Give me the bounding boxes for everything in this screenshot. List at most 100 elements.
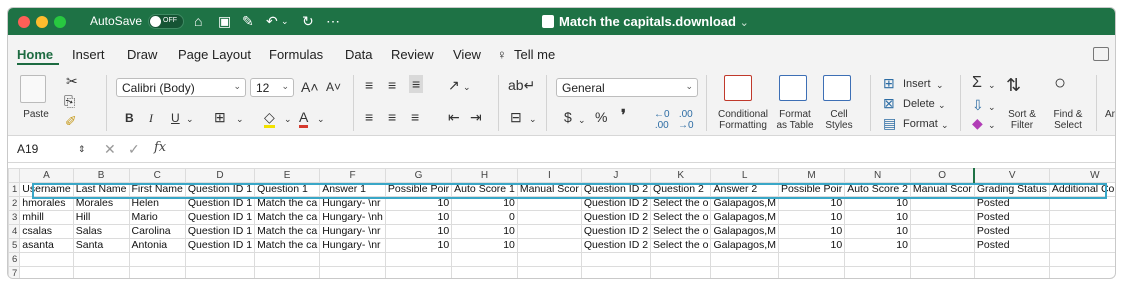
sort-filter-icon[interactable]: ⇅	[1006, 76, 1021, 94]
find-select-button[interactable]: Find & Select	[1048, 109, 1088, 131]
chevron-down-icon[interactable]: ⌄	[463, 79, 471, 95]
cell[interactable]	[909, 266, 975, 278]
confirm-formula-icon[interactable]: ✓	[128, 141, 140, 157]
chevron-down-icon[interactable]: ⌄	[186, 111, 194, 127]
wrap-text-icon[interactable]: ab↵	[508, 77, 535, 93]
cell[interactable]	[19, 266, 74, 278]
fill-icon[interactable]: ⇩	[972, 97, 984, 113]
cell[interactable]	[909, 238, 975, 253]
more-icon[interactable]: ⋯	[326, 12, 340, 30]
column-header[interactable]: D	[184, 168, 256, 183]
cell[interactable]: 10	[777, 238, 846, 253]
cell[interactable]	[184, 252, 256, 267]
font-name-dropdown[interactable]: Calibri (Body) ⌄	[116, 78, 246, 97]
chevron-down-icon[interactable]: ⌄	[941, 117, 949, 133]
cell[interactable]: Posted	[973, 238, 1050, 253]
analyze-data-button[interactable]: Ar	[1104, 109, 1115, 120]
cell[interactable]: Hill	[72, 210, 130, 225]
cell[interactable]	[1048, 224, 1115, 239]
cell[interactable]: Question ID 1	[184, 196, 256, 211]
cell[interactable]	[516, 210, 582, 225]
cell-styles-button[interactable]: Cell Styles	[820, 109, 858, 131]
increase-indent-icon[interactable]: ⇥	[470, 109, 482, 125]
cell[interactable]: Helen	[128, 196, 186, 211]
cell[interactable]: Auto Score 1	[451, 182, 518, 197]
cell[interactable]: Santa	[72, 238, 130, 253]
cell[interactable]: 10	[777, 224, 846, 239]
chevron-down-icon[interactable]: ⌄	[740, 17, 749, 29]
delete-cells-icon[interactable]: ⊠	[883, 95, 895, 111]
cell[interactable]: 10	[451, 196, 518, 211]
row-header[interactable]: 2	[8, 196, 21, 211]
cell[interactable]: Grading Status	[973, 182, 1050, 197]
cell[interactable]	[909, 224, 975, 239]
align-left-icon[interactable]: ≡	[365, 109, 373, 125]
minimize-window-icon[interactable]	[36, 16, 48, 28]
cell[interactable]: csalas	[19, 224, 74, 239]
close-window-icon[interactable]	[18, 16, 30, 28]
column-header[interactable]: A	[19, 168, 74, 183]
format-cells-icon[interactable]: ▤	[883, 115, 896, 131]
increase-decimal-icon[interactable]: ←0.00	[654, 109, 670, 131]
cell[interactable]	[973, 252, 1050, 267]
cell[interactable]	[650, 252, 712, 267]
cell[interactable]: 10	[384, 210, 453, 225]
cell[interactable]: Match the ca	[254, 210, 321, 225]
cell[interactable]: Manual Scor	[516, 182, 582, 197]
cell[interactable]: 10	[384, 224, 453, 239]
insert-function-icon[interactable]: fx	[154, 140, 166, 155]
cell[interactable]	[451, 266, 518, 278]
cell[interactable]	[710, 252, 779, 267]
tab-insert[interactable]: Insert	[72, 48, 105, 62]
cell[interactable]	[580, 266, 652, 278]
cell[interactable]: Salas	[72, 224, 130, 239]
increase-font-icon[interactable]: A˄	[301, 79, 319, 95]
cell[interactable]: Posted	[973, 210, 1050, 225]
cell[interactable]	[1048, 210, 1115, 225]
chevron-down-icon[interactable]: ⌄	[936, 77, 944, 93]
cell[interactable]: Question ID 1	[184, 182, 256, 197]
chevron-down-icon[interactable]: ⌄	[317, 111, 325, 127]
cell[interactable]: Select the o	[650, 196, 712, 211]
cell[interactable]	[384, 252, 453, 267]
tab-review[interactable]: Review	[391, 48, 434, 62]
cell[interactable]	[1048, 196, 1115, 211]
row-header[interactable]: 7	[8, 266, 21, 278]
cell[interactable]: Galapagos,M	[710, 210, 779, 225]
column-header[interactable]: B	[72, 168, 130, 183]
row-header[interactable]: 4	[8, 224, 21, 239]
insert-button[interactable]: Insert	[903, 77, 931, 91]
cell[interactable]	[777, 266, 846, 278]
cell[interactable]	[909, 196, 975, 211]
share-icon[interactable]	[1093, 47, 1109, 61]
format-as-table-button[interactable]: Format as Table	[773, 109, 817, 131]
cell[interactable]: hmorales	[19, 196, 74, 211]
insert-cells-icon[interactable]: ⊞	[883, 75, 895, 91]
cell[interactable]	[650, 266, 712, 278]
copy-icon[interactable]: ⎘	[64, 93, 75, 109]
cell[interactable]: First Name	[128, 182, 186, 197]
align-right-icon[interactable]: ≡	[411, 109, 419, 125]
cell[interactable]: 10	[384, 196, 453, 211]
cell[interactable]: Manual Scor	[909, 182, 975, 197]
paste-icon[interactable]	[20, 75, 46, 103]
cell[interactable]: Question ID 2	[580, 224, 652, 239]
zoom-window-icon[interactable]	[54, 16, 66, 28]
cell[interactable]	[844, 266, 911, 278]
cell[interactable]: 10	[777, 196, 846, 211]
cell[interactable]: Antonia	[128, 238, 186, 253]
cell[interactable]	[973, 266, 1050, 278]
cell[interactable]: mhill	[19, 210, 74, 225]
column-header[interactable]: M	[777, 168, 846, 183]
fill-color-icon[interactable]: ◇	[264, 109, 275, 128]
tab-draw[interactable]: Draw	[127, 48, 157, 62]
cell[interactable]: Match the ca	[254, 238, 321, 253]
cell[interactable]: 10	[844, 238, 911, 253]
cell[interactable]: Posted	[973, 196, 1050, 211]
cell[interactable]: Select the o	[650, 210, 712, 225]
cell[interactable]: Possible Poir	[384, 182, 453, 197]
row-header[interactable]: 1	[8, 182, 21, 197]
cell[interactable]	[319, 252, 386, 267]
cell-styles-icon[interactable]	[823, 75, 851, 101]
autosum-icon[interactable]: Σ	[972, 75, 982, 91]
